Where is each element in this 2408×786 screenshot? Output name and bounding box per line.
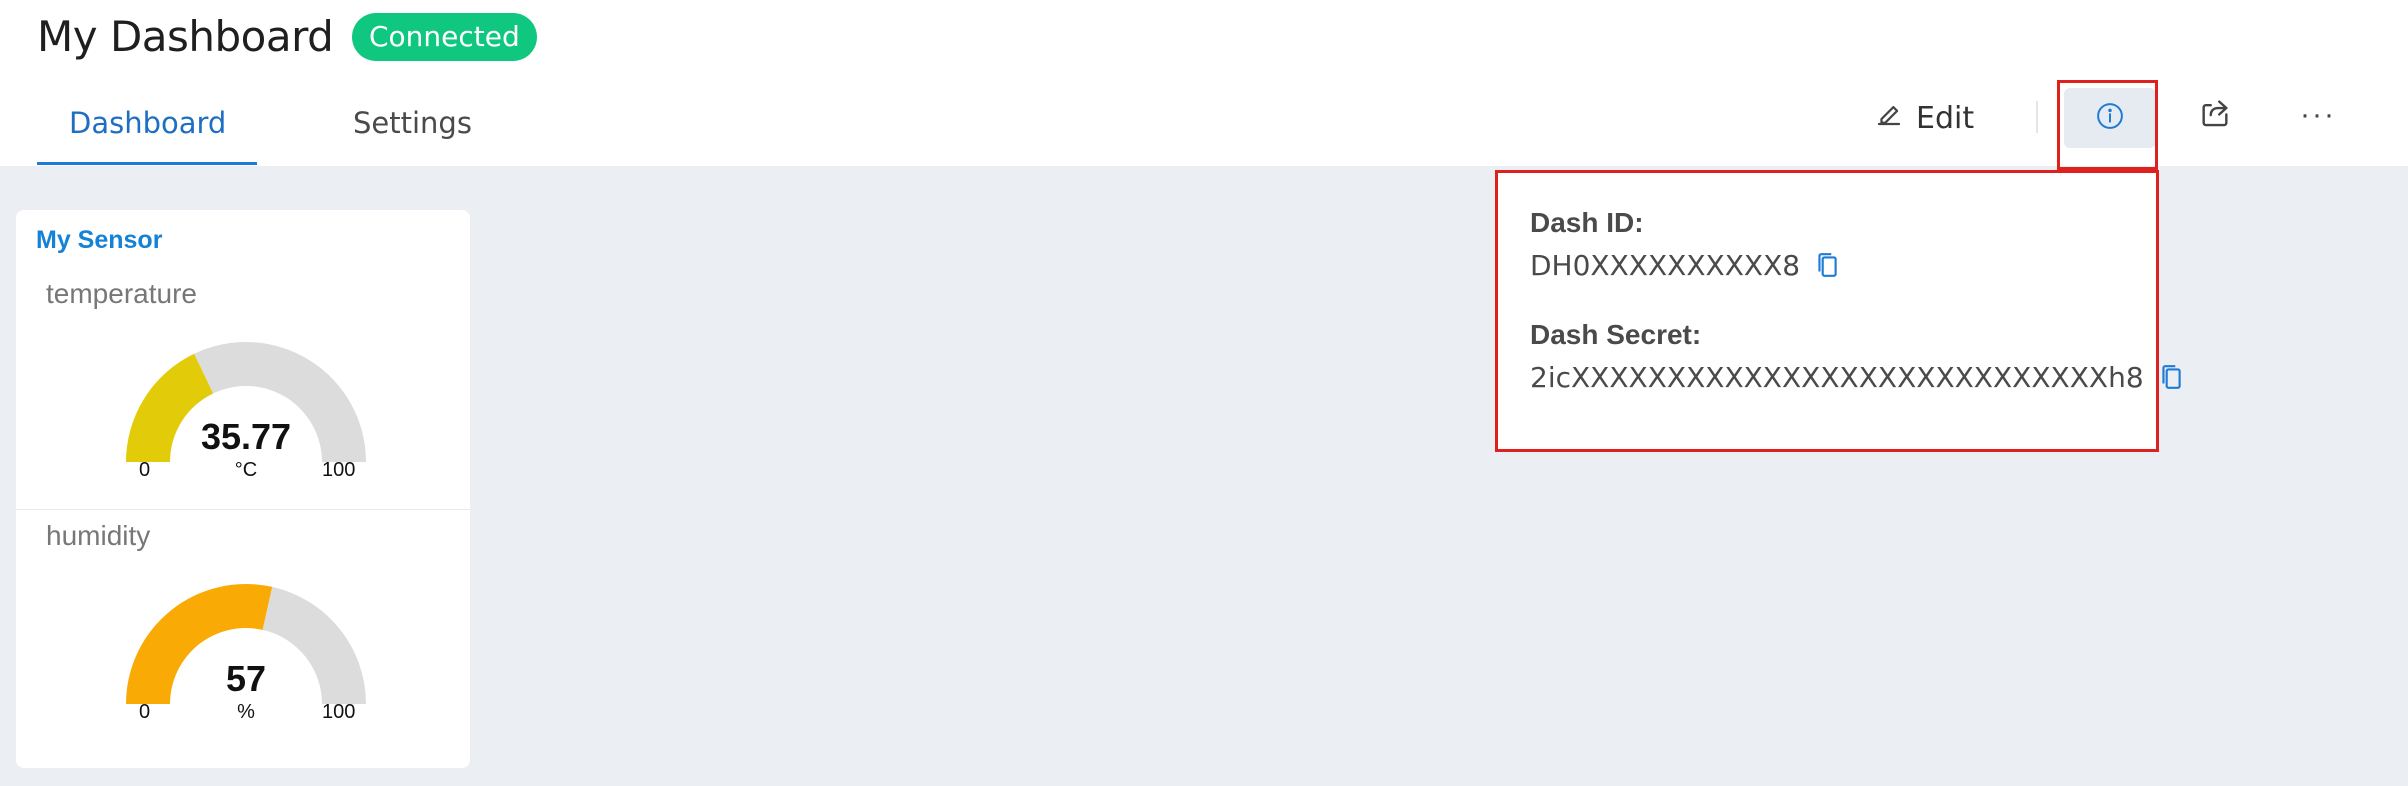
more-options-button[interactable]: ··· — [2298, 92, 2338, 138]
temperature-label: temperature — [46, 278, 197, 309]
copy-dash-secret-icon[interactable] — [2158, 363, 2186, 393]
temperature-value: 35.77 — [200, 416, 292, 457]
page-title: My Dashboard — [37, 12, 334, 61]
share-icon — [2198, 96, 2232, 135]
header-bar: My Dashboard Connected Dashboard Setting… — [0, 0, 2408, 166]
status-badge: Connected — [352, 13, 537, 61]
dash-id-label: Dash ID: — [1530, 207, 1644, 238]
pencil-icon — [1874, 99, 1904, 137]
dash-id-row: DH0XXXXXXXXXX8 — [1530, 249, 1842, 282]
humidity-max: 100 — [322, 701, 356, 723]
active-tab-indicator — [37, 162, 257, 165]
tab-settings[interactable]: Settings — [353, 106, 472, 140]
share-button[interactable] — [2192, 92, 2238, 138]
info-button-highlight — [2057, 80, 2158, 170]
edit-button-label: Edit — [1916, 100, 1975, 136]
dash-secret-value: 2icXXXXXXXXXXXXXXXXXXXXXXXXXXXXh8 — [1530, 361, 2144, 394]
dash-secret-label: Dash Secret: — [1530, 319, 1702, 350]
edit-button[interactable]: Edit — [1874, 96, 1974, 140]
toolbar-divider — [2036, 101, 2038, 133]
humidity-label: humidity — [46, 520, 151, 551]
temperature-max: 100 — [322, 459, 356, 481]
humidity-min: 0 — [139, 701, 151, 723]
dash-info-popover: Dash ID: DH0XXXXXXXXXX8 Dash Secret: 2ic… — [1495, 170, 2181, 452]
copy-dash-id-icon[interactable] — [1814, 251, 1842, 281]
dash-id-value: DH0XXXXXXXXXX8 — [1530, 249, 1801, 282]
temperature-min: 0 — [139, 459, 151, 481]
dash-secret-row: 2icXXXXXXXXXXXXXXXXXXXXXXXXXXXXh8 — [1530, 361, 2186, 394]
sensor-card: My Sensor temperature 35.77 °C 0 100 hum… — [16, 210, 470, 768]
tab-dashboard[interactable]: Dashboard — [69, 106, 226, 140]
card-title: My Sensor — [36, 226, 163, 254]
humidity-value: 57 — [225, 658, 267, 699]
widget-divider — [16, 509, 470, 510]
